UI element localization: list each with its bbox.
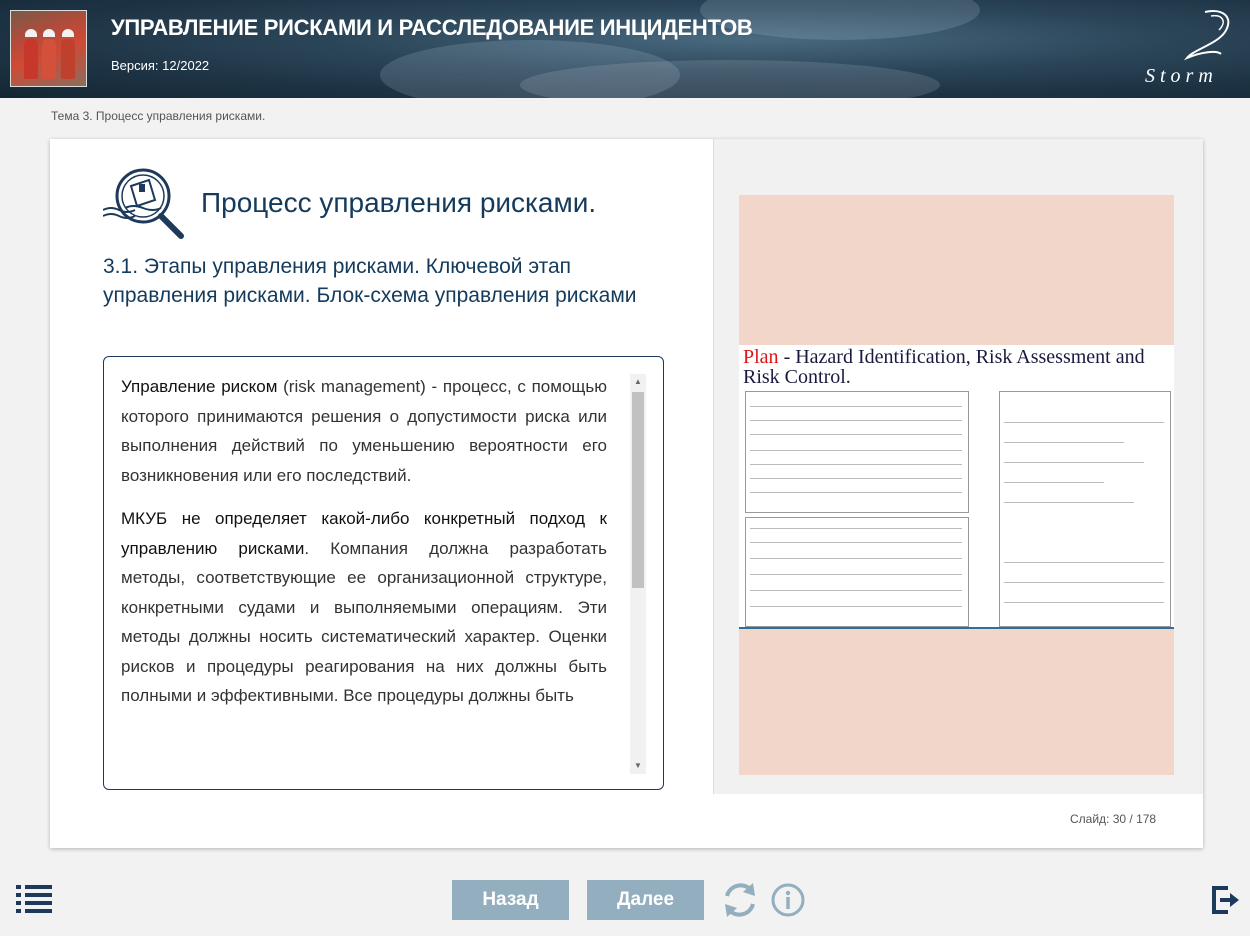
plan-word: Plan [743, 346, 779, 368]
scrollbar-thumb[interactable] [632, 392, 644, 588]
storm-logo: Storm [1145, 10, 1230, 87]
course-version: Версия: 12/2022 [111, 58, 210, 73]
paragraph-ism: МКУБ не определяет какой-либо конкретный… [121, 504, 607, 711]
document-bottom-line [739, 627, 1174, 629]
breadcrumb: Тема 3. Процесс управления рисками. [51, 109, 266, 123]
paragraph-risk-management: Управление риском (risk management) - пр… [121, 372, 607, 490]
risk-assessment-form-thumbnail [745, 391, 969, 513]
term-risk-management: Управление риском [121, 377, 278, 396]
permit-to-work-thumbnail [999, 391, 1171, 627]
panel-divider [713, 139, 714, 794]
scroll-up-arrow-icon[interactable]: ▲ [630, 374, 646, 390]
svg-text:Storm: Storm [1145, 65, 1218, 87]
scrollbar[interactable]: ▲ ▼ [630, 374, 646, 774]
course-title: УПРАВЛЕНИЕ РИСКАМИ И РАССЛЕДОВАНИЕ ИНЦИД… [111, 15, 753, 40]
topic-title: Процесс управления рисками. [201, 187, 597, 218]
section-subtitle: 3.1. Этапы управления рисками. Ключевой … [103, 255, 637, 307]
text-content: Управление риском (risk management) - пр… [121, 372, 607, 725]
course-thumbnail [10, 10, 87, 87]
plan-description: - Hazard Identification, Risk Assessment… [743, 346, 1145, 388]
next-button[interactable]: Далее [587, 880, 704, 920]
scroll-down-arrow-icon[interactable]: ▼ [630, 758, 646, 774]
header-banner: УПРАВЛЕНИЕ РИСКАМИ И РАССЛЕДОВАНИЕ ИНЦИД… [0, 0, 1250, 98]
reload-icon[interactable] [721, 880, 759, 920]
text-scroll-box[interactable]: Управление риском (risk management) - пр… [103, 356, 664, 790]
info-icon[interactable] [770, 882, 806, 918]
magnifier-ship-icon [103, 168, 184, 239]
back-button[interactable]: Назад [452, 880, 569, 920]
slide-card: Процесс управления рисками. 3.1. Этапы у… [50, 139, 1203, 848]
slide-image: Plan - Hazard Identification, Risk Asses… [739, 195, 1174, 775]
list-menu-icon[interactable] [15, 884, 53, 914]
risk-table-thumbnail [745, 517, 969, 627]
exit-icon[interactable] [1210, 884, 1240, 916]
plan-heading: Plan - Hazard Identification, Risk Asses… [743, 347, 1174, 387]
slide-counter: Слайд: 30 / 178 [1070, 812, 1157, 826]
paragraph2-text: . Компания должна разработать методы, со… [121, 538, 607, 706]
